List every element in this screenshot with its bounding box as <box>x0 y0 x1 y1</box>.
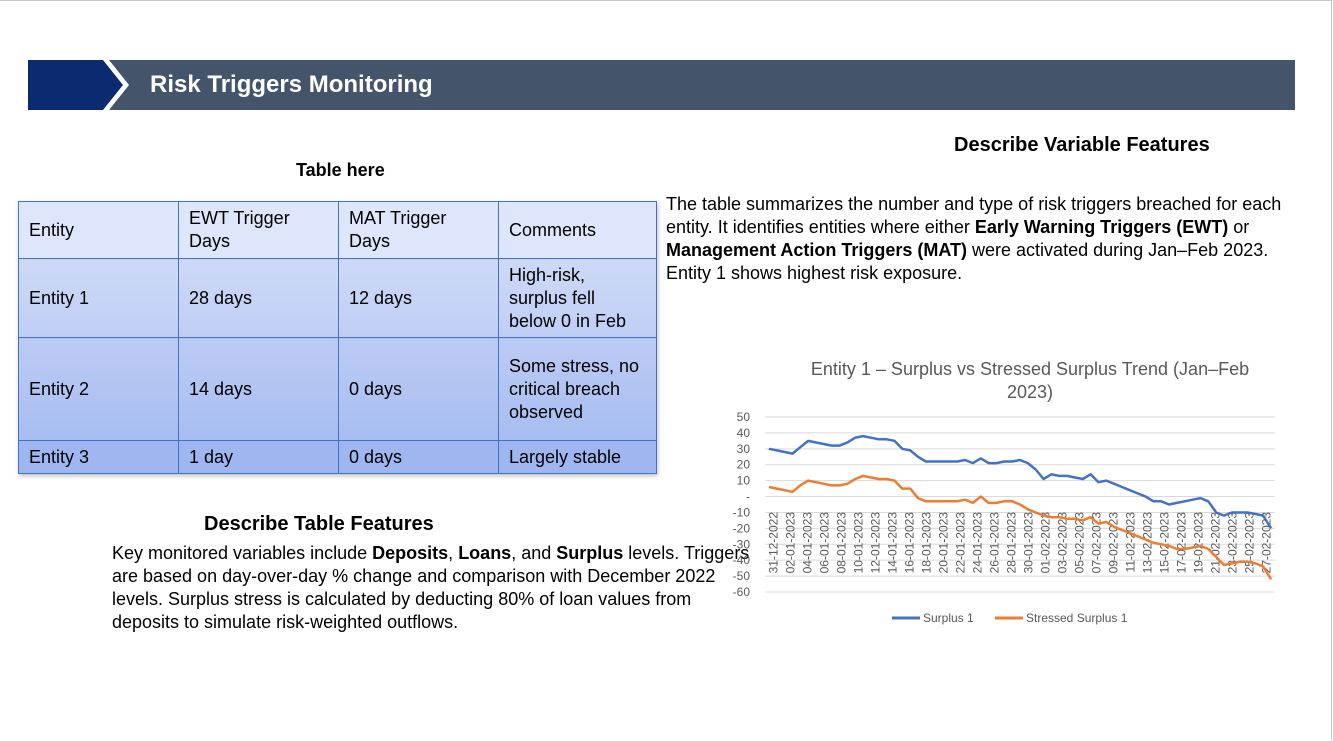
x-tick-label: 31-12-2022 <box>767 512 781 574</box>
table-cell: Entity 2 <box>18 337 179 441</box>
title-banner: Risk Triggers Monitoring <box>28 60 1295 110</box>
x-tick-label: 26-01-2023 <box>988 512 1002 574</box>
x-tick-label: 28-01-2023 <box>1005 512 1019 574</box>
x-tick-label: 19-02-2023 <box>1192 512 1206 574</box>
x-tick-label: 15-02-2023 <box>1158 512 1172 574</box>
vf-text-part: or <box>1228 217 1250 237</box>
y-tick-label: 20 <box>737 458 751 472</box>
x-tick-label: 04-01-2023 <box>801 512 815 574</box>
table-cell: 0 days <box>338 337 499 441</box>
line-chart: 5040302010--10-20-30-40-50-6031-12-2022 0… <box>733 410 1275 625</box>
x-tick-label: 09-02-2023 <box>1107 512 1121 574</box>
table-cell: Largely stable <box>498 440 657 474</box>
table-cell: Entity 3 <box>18 440 179 474</box>
y-tick-label: - <box>746 490 750 504</box>
x-tick-label: 11-02-2023 <box>1124 512 1138 573</box>
tf-text-part: , <box>448 543 459 563</box>
y-tick-label: -30 <box>733 537 751 551</box>
y-tick-label: -50 <box>733 569 751 583</box>
table-features-heading: Describe Table Features <box>204 513 434 535</box>
table-features-text: Key monitored variables include Deposits… <box>112 542 752 634</box>
tf-bold-deposits: Deposits <box>372 543 449 563</box>
tf-bold-loans: Loans <box>458 543 512 563</box>
variable-features-heading: Describe Variable Features <box>954 134 1210 156</box>
vf-bold-ewt: Early Warning Triggers (EWT) <box>974 217 1229 237</box>
x-tick-label: 22-01-2023 <box>954 512 968 574</box>
legend-label: Surplus 1 <box>923 611 974 625</box>
table-cell: Entity 1 <box>18 258 179 338</box>
table-cell: 28 days <box>178 258 339 338</box>
table-caption: Table here <box>296 160 385 180</box>
x-tick-label: 08-01-2023 <box>835 512 849 574</box>
x-tick-label: 24-01-2023 <box>971 512 985 574</box>
x-tick-label: 21-02-2023 <box>1209 512 1223 574</box>
header-cell-entity: Entity <box>18 201 179 259</box>
x-tick-label: 14-01-2023 <box>886 512 900 574</box>
x-tick-label: 18-01-2023 <box>920 512 934 574</box>
tf-text-part: Key monitored variables include <box>112 543 373 563</box>
x-tick-label: 30-01-2023 <box>1022 512 1036 574</box>
variable-features-text: The table summarizes the number and type… <box>666 193 1296 285</box>
table-cell: High-risk, surplus fell below 0 in Feb <box>498 258 657 338</box>
y-tick-label: 30 <box>737 442 751 456</box>
table-cell: 14 days <box>178 337 339 441</box>
y-tick-label: 40 <box>737 426 751 440</box>
x-tick-label: 10-01-2023 <box>852 512 866 574</box>
table-row: Entity 3 1 day 0 days Largely stable <box>18 440 657 474</box>
table-cell: Some stress, no critical breach observed <box>498 337 657 441</box>
x-tick-label: 06-01-2023 <box>818 512 832 574</box>
header-cell-ewt: EWT Trigger Days <box>178 201 339 259</box>
y-tick-label: 50 <box>737 410 751 424</box>
chart-title: Entity 1 – Surplus vs Stressed Surplus T… <box>810 359 1250 402</box>
tf-text-part: , and <box>511 543 557 563</box>
risk-trigger-table: Entity EWT Trigger Days MAT Trigger Days… <box>18 201 657 474</box>
y-tick-label: -60 <box>733 585 751 599</box>
x-tick-label: 20-01-2023 <box>937 512 951 574</box>
banner-arrow-dark <box>28 60 123 110</box>
y-tick-label: -10 <box>733 505 751 519</box>
x-tick-label: 17-02-2023 <box>1175 512 1189 574</box>
tf-bold-surplus: Surplus <box>556 543 624 563</box>
table-row: Entity 1 28 days 12 days High-risk, surp… <box>18 258 657 338</box>
table-cell: 0 days <box>338 440 499 474</box>
y-tick-label: -40 <box>733 553 751 567</box>
table-row: Entity 2 14 days 0 days Some stress, no … <box>18 337 657 441</box>
legend-label: Stressed Surplus 1 <box>1026 611 1128 625</box>
x-tick-label: 16-01-2023 <box>903 512 917 574</box>
table-header-row: Entity EWT Trigger Days MAT Trigger Days… <box>18 201 657 259</box>
y-tick-label: -20 <box>733 521 751 535</box>
x-tick-label: 03-02-2023 <box>1056 512 1070 574</box>
x-tick-label: 02-01-2023 <box>784 512 798 574</box>
header-cell-comments: Comments <box>498 201 657 259</box>
vf-bold-mat: Management Action Triggers (MAT) <box>666 240 968 260</box>
x-tick-label: 12-01-2023 <box>869 512 883 574</box>
table-cell: 12 days <box>338 258 499 338</box>
header-cell-mat: MAT Trigger Days <box>338 201 499 259</box>
table-cell: 1 day <box>178 440 339 474</box>
page-title: Risk Triggers Monitoring <box>150 71 433 98</box>
y-tick-label: 10 <box>737 474 751 488</box>
x-tick-label: 01-02-2023 <box>1039 512 1053 574</box>
